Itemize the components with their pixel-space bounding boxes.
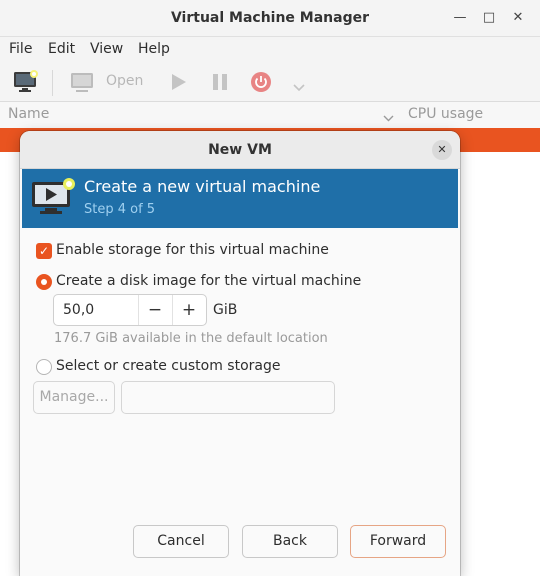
sort-chevron-icon[interactable] — [383, 110, 394, 126]
menu-help[interactable]: Help — [138, 41, 170, 57]
menu-edit[interactable]: Edit — [48, 41, 75, 57]
menu-view[interactable]: View — [90, 41, 123, 57]
vm-list-header: Name CPU usage — [0, 102, 540, 128]
maximize-icon[interactable]: □ — [481, 10, 497, 26]
close-window-icon[interactable]: ✕ — [510, 10, 526, 26]
enable-storage-checkbox[interactable]: ✓ — [36, 243, 52, 259]
available-space-hint: 176.7 GiB available in the default locat… — [54, 331, 328, 346]
minimize-icon[interactable]: — — [452, 10, 468, 26]
forward-button[interactable]: Forward — [350, 525, 446, 558]
create-disk-radio[interactable] — [36, 274, 52, 290]
chevron-down-icon[interactable] — [293, 77, 305, 96]
column-name[interactable]: Name — [8, 106, 49, 122]
window-title: Virtual Machine Manager — [170, 10, 370, 26]
column-cpu-usage[interactable]: CPU usage — [408, 106, 483, 122]
decrement-button[interactable]: − — [138, 295, 172, 325]
dialog-titlebar: New VM — [20, 131, 460, 169]
toolbar-separator — [52, 70, 53, 96]
disk-size-stepper[interactable]: 50,0 − + — [53, 294, 207, 326]
cancel-button[interactable]: Cancel — [133, 525, 229, 558]
disk-size-unit: GiB — [213, 302, 238, 318]
dialog-title: New VM — [208, 142, 272, 158]
menubar: File Edit View Help — [0, 37, 540, 62]
wizard-step: Step 4 of 5 — [84, 202, 156, 217]
menu-file[interactable]: File — [9, 41, 32, 57]
back-button[interactable]: Back — [242, 525, 338, 558]
increment-button[interactable]: + — [172, 295, 206, 325]
wizard-title: Create a new virtual machine — [84, 177, 321, 196]
custom-storage-label[interactable]: Select or create custom storage — [56, 358, 281, 374]
create-disk-label[interactable]: Create a disk image for the virtual mach… — [56, 273, 361, 289]
new-vm-dialog: New VM ✕ Create a new virtual machine St… — [20, 131, 460, 576]
wizard-header: Create a new virtual machine Step 4 of 5 — [22, 169, 458, 228]
disk-size-value[interactable]: 50,0 — [63, 302, 94, 318]
close-icon[interactable]: ✕ — [432, 140, 452, 160]
new-vm-icon[interactable] — [13, 70, 39, 98]
pause-icon[interactable] — [212, 73, 228, 95]
new-vm-monitor-icon — [30, 177, 76, 221]
power-icon[interactable] — [250, 71, 272, 97]
custom-storage-radio[interactable] — [36, 359, 52, 375]
custom-storage-path-input[interactable] — [121, 381, 335, 414]
toolbar: Open — [0, 62, 540, 102]
open-vm-icon[interactable] — [70, 72, 94, 98]
manage-button[interactable]: Manage... — [33, 381, 115, 414]
play-icon[interactable] — [171, 73, 187, 95]
enable-storage-label[interactable]: Enable storage for this virtual machine — [56, 242, 329, 258]
open-button-label[interactable]: Open — [106, 73, 143, 89]
